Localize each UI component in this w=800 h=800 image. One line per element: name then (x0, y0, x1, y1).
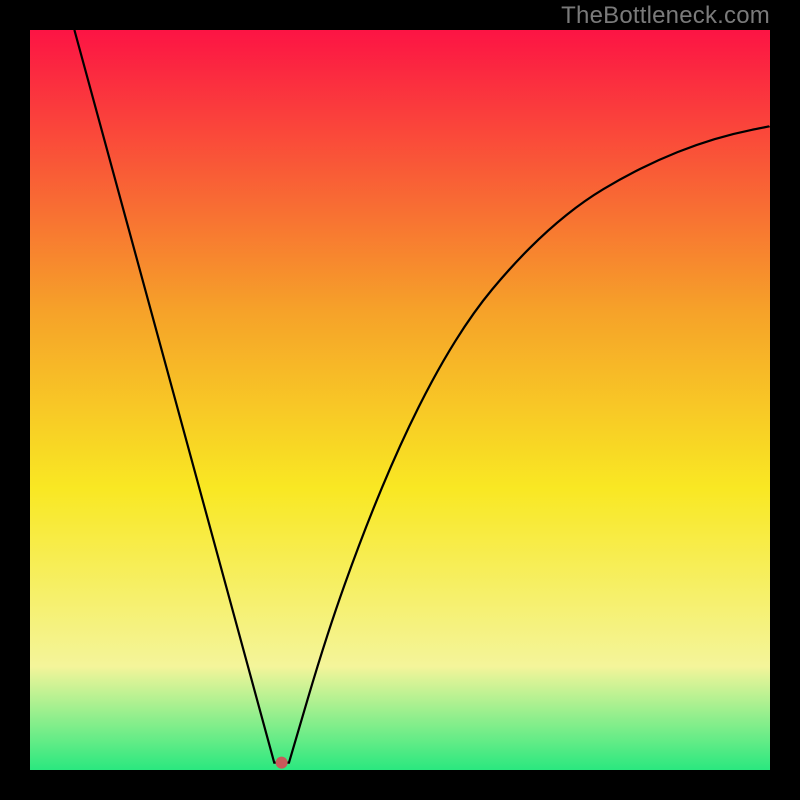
bottleneck-chart (30, 30, 770, 770)
gradient-background (30, 30, 770, 770)
chart-frame (30, 30, 770, 770)
optimal-point-marker (276, 757, 288, 769)
watermark-label: TheBottleneck.com (561, 2, 770, 30)
